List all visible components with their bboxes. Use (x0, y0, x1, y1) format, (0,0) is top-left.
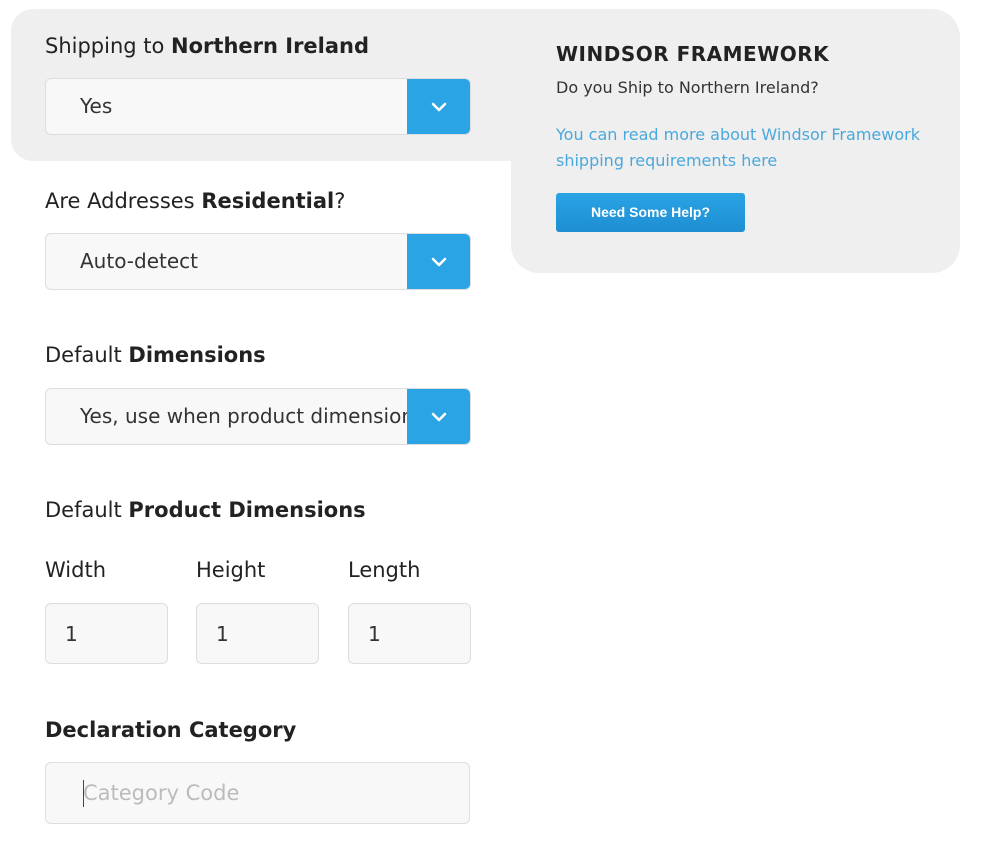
chevron-down-icon (431, 412, 447, 421)
residential-label-suffix: ? (334, 189, 346, 213)
need-help-button[interactable]: Need Some Help? (556, 193, 745, 232)
info-panel: WINDSOR FRAMEWORK Do you Ship to Norther… (511, 9, 960, 273)
residential-label-prefix: Are Addresses (45, 189, 202, 213)
settings-page: Shipping to Northern Ireland Yes Are Add… (0, 0, 999, 857)
shipping-ni-select[interactable]: Yes (45, 78, 471, 135)
default-dimensions-select[interactable]: Yes, use when product dimensions are not… (45, 388, 471, 445)
width-input[interactable] (45, 603, 168, 664)
length-label: Length (348, 558, 421, 582)
info-panel-question: Do you Ship to Northern Ireland? (556, 78, 819, 97)
category-code-input[interactable] (45, 762, 470, 824)
height-input[interactable] (196, 603, 319, 664)
default-dimensions-select-value: Yes, use when product dimensions are not… (80, 404, 410, 428)
default-dimensions-label: Default Dimensions (45, 343, 266, 367)
product-dimensions-label-bold: Product Dimensions (128, 498, 366, 522)
shipping-ni-label: Shipping to Northern Ireland (45, 34, 369, 58)
length-input[interactable] (348, 603, 471, 664)
residential-select-value: Auto-detect (80, 249, 199, 273)
shipping-ni-label-prefix: Shipping to (45, 34, 172, 58)
product-dimensions-label-prefix: Default (45, 498, 129, 522)
default-dimensions-label-prefix: Default (45, 343, 129, 367)
residential-select[interactable]: Auto-detect (45, 233, 471, 290)
product-dimensions-label: Default Product Dimensions (45, 498, 366, 522)
shipping-ni-select-value: Yes (80, 94, 113, 118)
default-dimensions-select-arrow[interactable] (407, 389, 470, 444)
info-panel-title: WINDSOR FRAMEWORK (556, 42, 830, 66)
declaration-category-label: Declaration Category (45, 718, 297, 742)
residential-select-arrow[interactable] (407, 234, 470, 289)
text-caret (83, 780, 84, 807)
height-label: Height (196, 558, 266, 582)
residential-label-bold: Residential (201, 189, 335, 213)
chevron-down-icon (431, 102, 447, 111)
windsor-framework-link[interactable]: You can read more about Windsor Framewor… (556, 122, 926, 174)
chevron-down-icon (431, 257, 447, 266)
shipping-ni-select-arrow[interactable] (407, 79, 470, 134)
default-dimensions-label-bold: Dimensions (128, 343, 266, 367)
shipping-ni-label-bold: Northern Ireland (171, 34, 370, 58)
width-label: Width (45, 558, 107, 582)
residential-label: Are Addresses Residential? (45, 189, 345, 213)
